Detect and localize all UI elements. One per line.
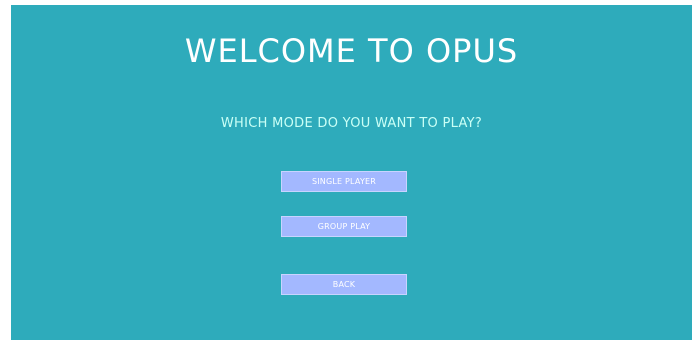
single-player-button[interactable]: SINGLE PLAYER	[281, 171, 407, 192]
menu-screen: WELCOME TO OPUS WHICH MODE DO YOU WANT T…	[11, 5, 692, 340]
mode-prompt: WHICH MODE DO YOU WANT TO PLAY?	[220, 116, 483, 131]
page-title: WELCOME TO OPUS	[184, 32, 519, 70]
group-play-button[interactable]: GROUP PLAY	[281, 216, 407, 237]
back-button[interactable]: BACK	[281, 274, 407, 295]
